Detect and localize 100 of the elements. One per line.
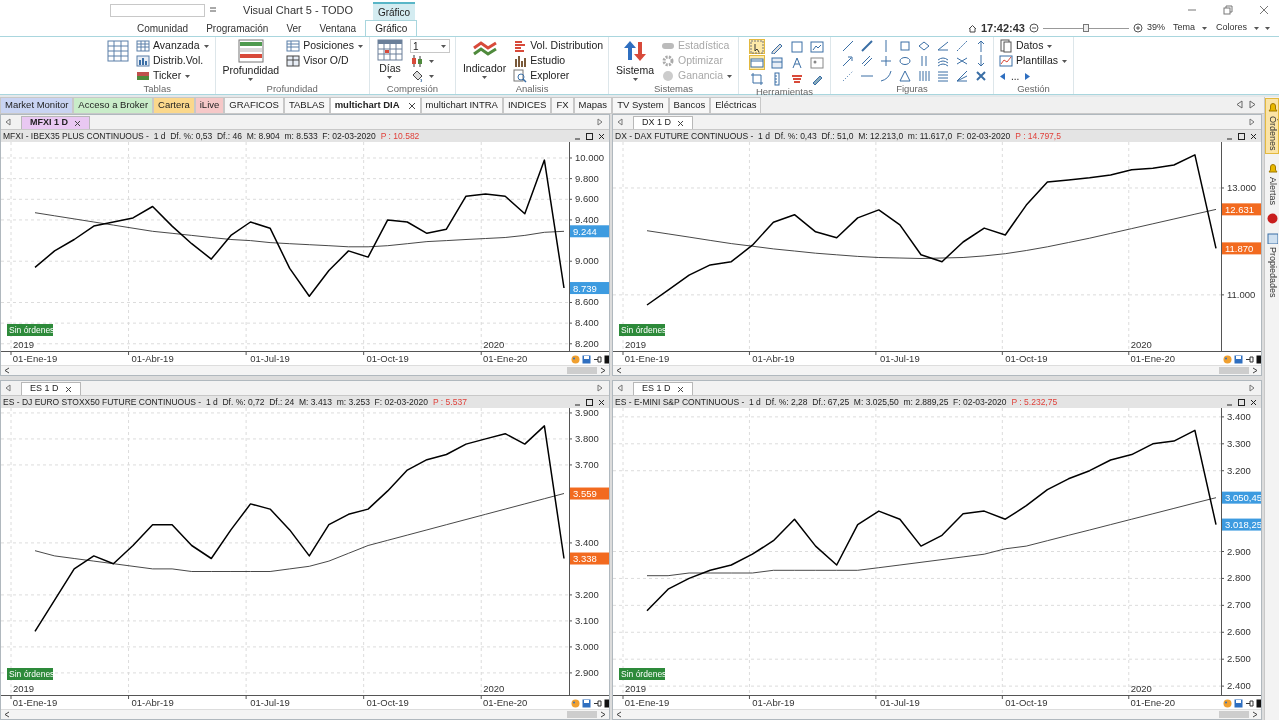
close-icon[interactable] — [598, 132, 605, 140]
document-tab[interactable]: Bancos — [668, 97, 711, 113]
home-icon[interactable] — [967, 23, 977, 33]
pin-icon[interactable] — [1246, 701, 1253, 706]
ribbon-tab[interactable]: Ver — [277, 20, 311, 36]
document-tab[interactable]: FX — [551, 97, 574, 113]
side-panel-tab[interactable]: Alertas — [1265, 159, 1279, 207]
left-arrow-icon[interactable] — [5, 384, 11, 392]
save-icon[interactable] — [1234, 699, 1243, 708]
close-icon[interactable] — [1250, 132, 1257, 140]
chart-tab[interactable]: ES 1 D — [633, 382, 693, 395]
ribbon-tab[interactable]: Ventana — [310, 20, 366, 36]
scrollbar-thumb[interactable] — [1219, 711, 1249, 718]
triangle-icon[interactable] — [898, 69, 912, 83]
save-icon[interactable] — [582, 699, 591, 708]
fan-icon[interactable] — [955, 69, 969, 83]
parallel-lines-icon[interactable] — [860, 54, 874, 68]
ribbon-button[interactable]: Posiciones — [286, 39, 364, 53]
right-arrow-icon[interactable] — [1024, 71, 1032, 81]
menu-icon[interactable] — [209, 6, 217, 14]
maximize-icon[interactable] — [1238, 398, 1245, 406]
ribbon-button[interactable]: Datos — [999, 39, 1068, 53]
ribbon-tab[interactable]: Comunidad — [128, 20, 198, 36]
scrollbar-thumb[interactable] — [567, 367, 597, 374]
ribbon-button[interactable]: Distrib.Vol. — [136, 54, 210, 68]
close-icon[interactable] — [598, 398, 605, 406]
ribbon-button[interactable]: Estudio — [513, 54, 604, 68]
chart-tab[interactable]: MFXI 1 D — [21, 116, 90, 129]
ribbon-button[interactable]: Profundidad — [220, 39, 282, 82]
ribbon-button[interactable]: Sistema — [614, 39, 657, 82]
close-icon[interactable] — [64, 385, 72, 393]
drawing-tool-button[interactable] — [749, 71, 765, 86]
restore-icon[interactable] — [1223, 5, 1233, 15]
ribbon-tab[interactable]: Gráfico — [365, 20, 418, 36]
document-tab[interactable]: INDICES — [502, 97, 552, 113]
left-arrow-icon[interactable] — [999, 71, 1006, 81]
drawing-tool-button[interactable] — [809, 55, 825, 70]
chart-tab[interactable]: DX 1 D — [633, 116, 693, 129]
ribbon-button[interactable]: Ticker — [136, 69, 210, 83]
side-panel-tab[interactable]: Propiedades — [1265, 229, 1279, 300]
left-arrow-icon[interactable] — [1236, 100, 1243, 109]
palette-icon[interactable] — [1223, 355, 1232, 364]
drawing-tool-button[interactable] — [749, 55, 765, 70]
document-tab[interactable]: Eléctricas — [710, 97, 762, 113]
menu-dropdown[interactable]: Colores — [1216, 21, 1260, 35]
document-tab[interactable]: iLive — [194, 97, 225, 113]
right-arrow-icon[interactable] — [1249, 384, 1255, 392]
save-icon[interactable] — [1234, 355, 1243, 364]
zoom-slider-thumb[interactable] — [1082, 24, 1089, 32]
document-tab[interactable]: GRAFICOS — [224, 97, 284, 113]
maximize-icon[interactable] — [1238, 132, 1245, 140]
document-tab[interactable]: Acceso a Broker — [73, 97, 154, 113]
ribbon-button[interactable]: Indicador — [460, 39, 509, 80]
palette-icon[interactable] — [571, 355, 580, 364]
close-icon[interactable] — [1250, 398, 1257, 406]
document-tab[interactable]: multichart INTRA — [420, 97, 503, 113]
compression-spinner[interactable]: 1 — [409, 39, 450, 53]
left-arrow-icon[interactable] — [5, 118, 11, 126]
line-icon[interactable] — [841, 54, 855, 68]
diamond-icon[interactable] — [917, 39, 931, 53]
pin-icon[interactable] — [1246, 357, 1253, 362]
palette-icon[interactable] — [571, 699, 580, 708]
ribbon-tab[interactable]: Programación — [197, 20, 278, 36]
arc-icon[interactable] — [936, 54, 950, 68]
left-arrow-icon[interactable] — [617, 384, 623, 392]
side-panel-tab[interactable]: Órdenes — [1265, 98, 1279, 154]
document-tab[interactable]: TV System — [612, 97, 669, 113]
right-arrow-icon[interactable] — [597, 384, 603, 392]
scrollbar-thumb[interactable] — [567, 711, 597, 718]
chart-tab[interactable]: ES 1 D — [21, 382, 81, 395]
right-arrow-icon[interactable] — [1249, 118, 1255, 126]
close-icon[interactable] — [74, 119, 81, 127]
line-icon[interactable] — [955, 39, 969, 53]
ribbon-button[interactable]: Visor O/D — [286, 54, 364, 68]
line-icon[interactable] — [841, 39, 855, 53]
save-icon[interactable] — [582, 355, 591, 364]
ball-icon[interactable] — [1266, 212, 1278, 224]
palette-icon[interactable] — [1223, 699, 1232, 708]
angle-icon[interactable] — [936, 39, 950, 53]
curve-icon[interactable] — [879, 69, 893, 83]
ribbon-button[interactable]: Avanzada — [136, 39, 210, 53]
document-tab[interactable]: TABLAS — [283, 97, 330, 113]
ribbon-button[interactable]: Vol. Distribution — [513, 39, 604, 53]
document-tab[interactable]: Cartera — [153, 97, 195, 113]
drawing-tool-button[interactable] — [749, 39, 765, 54]
right-arrow-icon[interactable] — [597, 118, 603, 126]
ellipse-icon[interactable] — [898, 54, 912, 68]
left-arrow-icon[interactable] — [617, 118, 623, 126]
drawing-tool-button[interactable] — [769, 55, 785, 70]
line-icon[interactable] — [860, 39, 874, 53]
tools-icon[interactable] — [974, 69, 988, 83]
ribbon-button[interactable]: Días — [374, 39, 405, 80]
document-tab[interactable]: multichart DIA — [329, 97, 421, 113]
maximize-icon[interactable] — [586, 132, 593, 140]
ribbon-button[interactable]: Plantillas — [999, 54, 1068, 68]
scrollbar-thumb[interactable] — [1219, 367, 1249, 374]
drawing-tool-button[interactable] — [809, 39, 825, 54]
menu-dropdown[interactable]: Tema — [1172, 21, 1208, 35]
close-icon[interactable] — [676, 385, 684, 393]
ribbon-button[interactable] — [105, 39, 131, 63]
